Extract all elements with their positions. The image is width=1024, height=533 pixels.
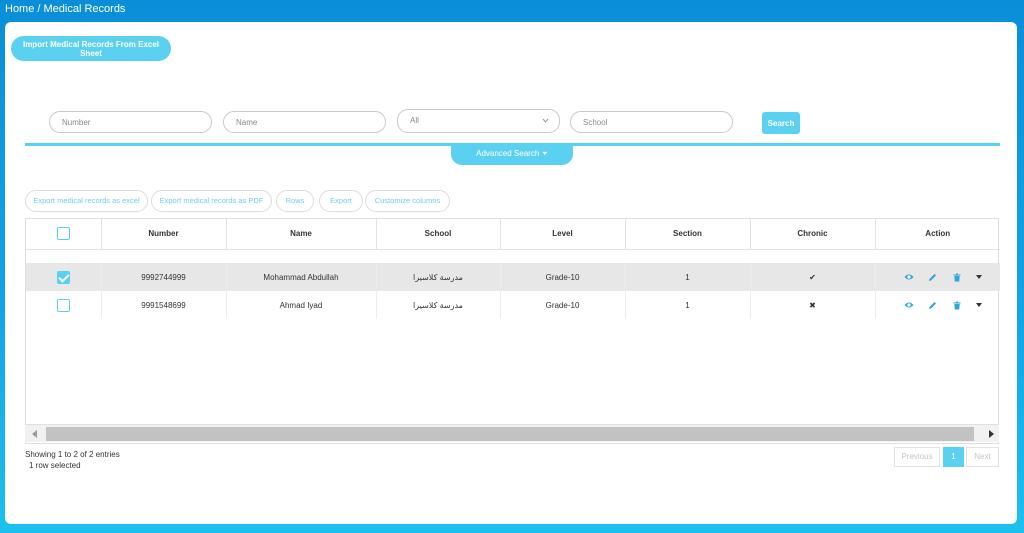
cell-actions <box>875 263 1000 291</box>
customize-columns-button[interactable]: Customize columns <box>365 190 450 212</box>
cell-level: Grade-10 <box>500 263 626 291</box>
scroll-left-arrow-icon[interactable] <box>32 430 37 438</box>
selected-count: 1 row selected <box>29 461 81 470</box>
row-checkbox[interactable] <box>56 298 70 312</box>
breadcrumb-home[interactable]: Home <box>5 3 34 15</box>
export-pdf-button[interactable]: Export medical records as PDF <box>151 190 272 212</box>
column-header-number[interactable]: Number <box>101 219 227 250</box>
cell-school: مدرسة كلاسيرا <box>376 291 501 319</box>
main-card: Import Medical Records From Excel Sheet … <box>5 22 1017 524</box>
cell-actions <box>875 291 1000 319</box>
cell-name: Ahmad Iyad <box>226 291 377 319</box>
cell-chronic: ✔ <box>750 263 876 291</box>
pagination-previous[interactable]: Previous <box>894 447 940 467</box>
scroll-right-arrow-icon[interactable] <box>989 430 994 438</box>
column-header-section[interactable]: Section <box>625 219 751 250</box>
select-all-checkbox[interactable] <box>56 227 70 241</box>
column-header-chronic[interactable]: Chronic <box>750 219 876 250</box>
table-row[interactable]: 9992744999 Mohammad Abdullah مدرسة كلاسي… <box>26 263 1000 291</box>
column-header-action: Action <box>875 219 1000 250</box>
column-header-name[interactable]: Name <box>226 219 377 250</box>
pagination-next[interactable]: Next <box>966 447 999 467</box>
chevron-down-icon <box>542 110 549 141</box>
pagination-page-1[interactable]: 1 <box>943 447 964 467</box>
level-filter-value: All <box>410 116 419 125</box>
breadcrumb: Home / Medical Records <box>5 2 125 16</box>
row-select-cell <box>26 291 102 319</box>
cell-number: 9992744999 <box>101 263 227 291</box>
caret-down-icon[interactable] <box>975 303 982 307</box>
horizontal-scrollbar[interactable] <box>25 424 999 442</box>
search-button[interactable]: Search <box>762 112 800 134</box>
eye-icon[interactable] <box>904 300 914 310</box>
level-filter-select[interactable]: All <box>397 109 560 133</box>
school-filter-input[interactable] <box>570 111 733 133</box>
number-filter-input[interactable] <box>49 111 212 133</box>
column-header-school[interactable]: School <box>376 219 501 250</box>
entries-count: Showing 1 to 2 of 2 entries <box>25 450 120 459</box>
pencil-icon[interactable] <box>928 300 938 310</box>
cell-section: 1 <box>625 263 751 291</box>
breadcrumb-current: Medical Records <box>43 3 126 15</box>
scrollbar-thumb[interactable] <box>46 427 974 441</box>
table-info: Showing 1 to 2 of 2 entries 1 row select… <box>25 449 120 471</box>
table-header-row: Number Name School Level Section Chronic… <box>26 219 1000 250</box>
trash-icon[interactable] <box>952 272 962 282</box>
table-row[interactable]: 9991548699 Ahmad Iyad مدرسة كلاسيرا Grad… <box>26 291 1000 319</box>
select-all-cell <box>26 219 102 250</box>
export-button[interactable]: Export <box>319 190 363 212</box>
cell-level: Grade-10 <box>500 291 626 319</box>
cell-school: مدرسة كلاسيرا <box>376 263 501 291</box>
table-spacer <box>26 249 1000 263</box>
row-checkbox[interactable] <box>56 270 70 284</box>
caret-down-icon[interactable] <box>975 275 982 279</box>
import-excel-button[interactable]: Import Medical Records From Excel Sheet <box>11 36 171 61</box>
cell-section: 1 <box>625 291 751 319</box>
pencil-icon[interactable] <box>928 272 938 282</box>
cell-chronic: ✖ <box>750 291 876 319</box>
column-header-level[interactable]: Level <box>500 219 626 250</box>
records-table: Number Name School Level Section Chronic… <box>25 218 1000 444</box>
row-select-cell <box>26 263 102 291</box>
breadcrumb-separator: / <box>34 3 44 15</box>
advanced-search-toggle[interactable]: Advanced Search ⏷ <box>451 144 573 165</box>
eye-icon[interactable] <box>904 272 914 282</box>
cell-name: Mohammad Abdullah <box>226 263 377 291</box>
name-filter-input[interactable] <box>223 111 386 133</box>
cell-number: 9991548699 <box>101 291 227 319</box>
export-excel-button[interactable]: Export medical records as excel <box>25 190 148 212</box>
trash-icon[interactable] <box>952 300 962 310</box>
rows-button[interactable]: Rows <box>276 190 314 212</box>
